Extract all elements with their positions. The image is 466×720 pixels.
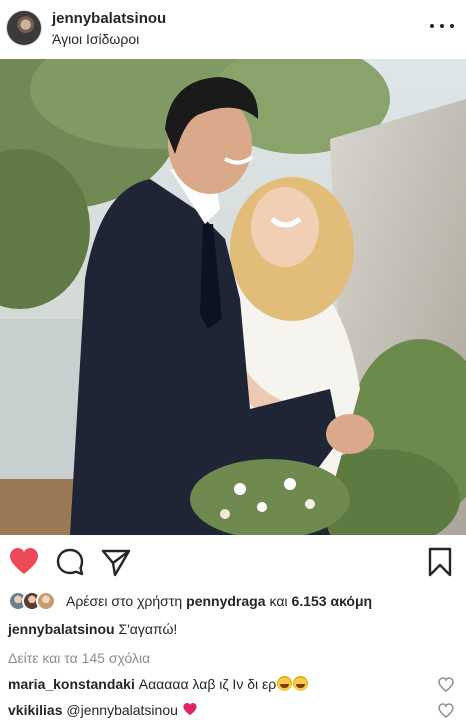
post-caption: jennybalatsinou Σ'αγαπώ! [8,621,177,637]
likes-summary: Αρέσει στο χρήστη pennydraga και 6.153 α… [8,590,466,612]
post-header: jennybalatsinou Άγιοι Ισίδωροι [0,0,466,56]
comment-icon[interactable] [54,546,86,578]
comment-item: vkikilias @jennybalatsinou [8,702,198,720]
post-location[interactable]: Άγιοι Ισίδωροι [52,31,139,47]
red-heart-emoji-icon [182,702,198,720]
comment-item: maria_konstandaki Αααααα λαβ ιζ Ιν δι ερ [8,676,309,692]
post-actions [0,542,466,582]
more-options-icon[interactable] [430,16,454,36]
likes-prefix: Αρέσει στο χρήστη [66,593,183,609]
caption-username[interactable]: jennybalatsinou [8,621,115,637]
comment-text: Αααααα λαβ ιζ Ιν δι ερ [138,676,277,692]
likes-connector: και [269,593,288,609]
liker-avatars[interactable] [8,590,60,612]
post-username[interactable]: jennybalatsinou [52,10,166,27]
post-photo[interactable] [0,59,466,535]
bookmark-icon[interactable] [424,546,456,578]
view-all-comments-link[interactable]: Δείτε και τα 145 σχόλια [8,650,150,666]
laughing-emoji-icon [293,676,309,691]
likes-count-link[interactable]: 6.153 ακόμη [292,593,373,609]
comment-username[interactable]: maria_konstandaki [8,676,135,692]
comment-username[interactable]: vkikilias [8,702,63,718]
avatar [36,591,56,611]
paper-plane-icon[interactable] [100,546,132,578]
comment-like-icon[interactable] [438,703,454,719]
heart-filled-icon[interactable] [8,546,40,578]
likes-user-link[interactable]: pennydraga [186,593,265,609]
comment-text[interactable]: @jennybalatsinou [66,702,178,718]
caption-text: Σ'αγαπώ! [118,621,178,637]
avatar[interactable] [6,10,42,46]
laughing-emoji-icon [277,676,293,691]
comment-like-icon[interactable] [438,677,454,693]
